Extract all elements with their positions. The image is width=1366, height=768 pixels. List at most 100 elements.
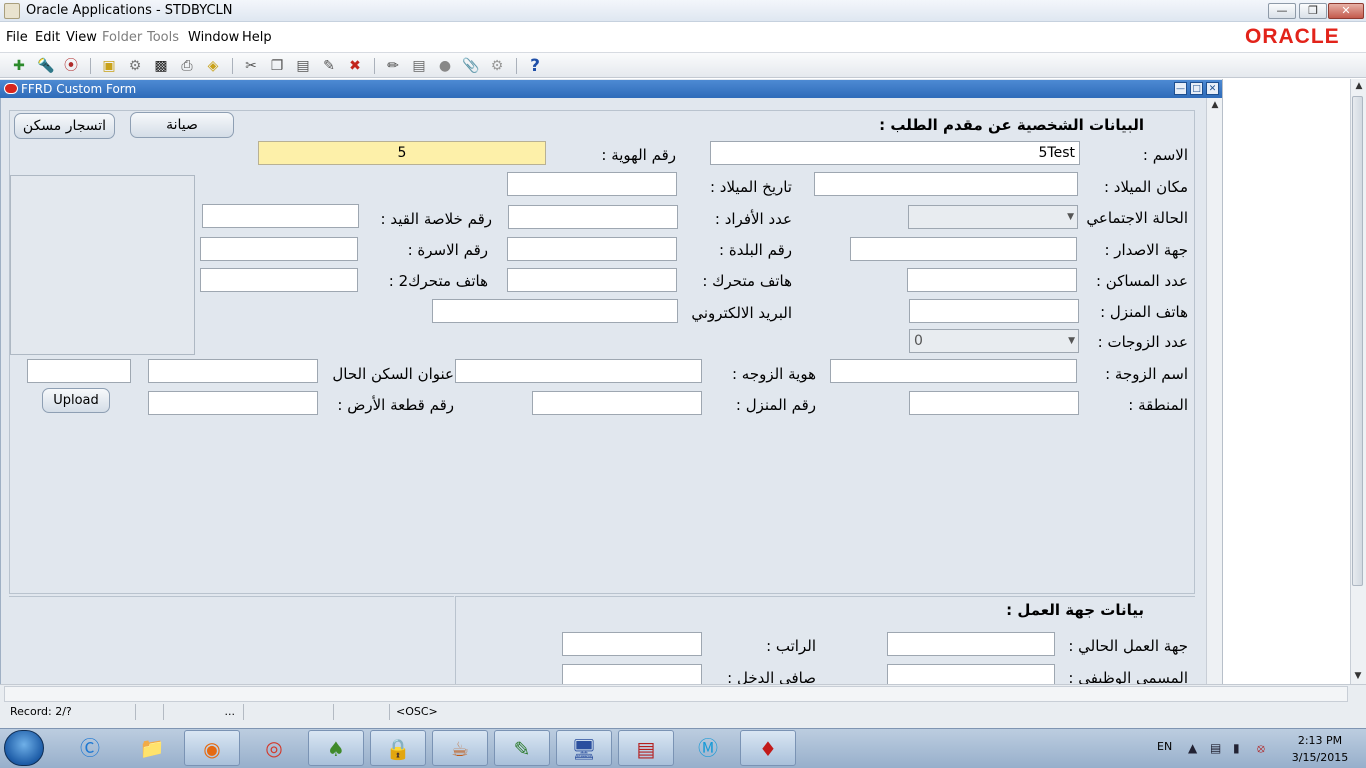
skype-icon[interactable]: Ⓜ: [680, 730, 736, 766]
birth-place-field[interactable]: [814, 172, 1078, 196]
current-employer-field[interactable]: [887, 632, 1055, 656]
wife-id-label: هوية الزوجه :: [731, 365, 816, 383]
volume-muted-icon[interactable]: ⦻: [1257, 741, 1265, 756]
form-close-button[interactable]: ✕: [1206, 82, 1219, 95]
print-icon[interactable]: ▩: [152, 57, 170, 75]
net-income-field[interactable]: [562, 664, 702, 684]
rent-housing-button[interactable]: اتسجار مسكن: [14, 113, 115, 139]
close-window-icon[interactable]: ◈: [204, 57, 222, 75]
job-title-field[interactable]: [887, 664, 1055, 684]
oracle-forms-icon[interactable]: ♦: [740, 730, 796, 766]
dwellings-count-field[interactable]: [907, 268, 1077, 292]
status-ellipsis: ...: [164, 704, 244, 720]
internet-explorer-icon[interactable]: Ⓒ: [62, 730, 118, 766]
mdi-scroll-thumb[interactable]: [1352, 96, 1363, 586]
menu-tools[interactable]: Tools: [147, 30, 179, 45]
house-number-field[interactable]: [532, 391, 702, 415]
marital-status-label: الحالة الاجتماعي: [1086, 209, 1188, 227]
wife-id-field[interactable]: [455, 359, 702, 383]
maintenance-button[interactable]: صيانة: [130, 112, 234, 138]
cut-icon[interactable]: ✂: [242, 57, 260, 75]
toolbar-separator: [90, 58, 91, 74]
horizontal-scrollbar[interactable]: [4, 686, 1348, 702]
birth-date-label: تاريخ الميلاد :: [709, 178, 792, 196]
network-icon[interactable]: ▮: [1233, 741, 1240, 755]
save-icon[interactable]: ▣: [100, 57, 118, 75]
marital-status-select[interactable]: ▼: [908, 205, 1078, 229]
family-count-field[interactable]: [508, 205, 678, 229]
menu-edit[interactable]: Edit: [35, 30, 60, 45]
help-icon[interactable]: ?: [526, 57, 544, 75]
menu-window[interactable]: Window: [188, 30, 239, 45]
scroll-down-icon[interactable]: ▼: [1350, 669, 1366, 683]
frog-app-icon[interactable]: ♠: [308, 730, 364, 766]
registry-summary-field[interactable]: [202, 204, 359, 228]
name-field[interactable]: 5Test: [710, 141, 1080, 165]
remote-desktop-icon[interactable]: 🖥: [556, 730, 612, 766]
translations-icon[interactable]: ●: [436, 57, 454, 75]
upload-button[interactable]: Upload: [42, 388, 110, 413]
salary-label: الراتب :: [766, 637, 816, 655]
form-vertical-scrollbar[interactable]: ▲: [1206, 98, 1222, 684]
folder-tools-icon[interactable]: ⚙: [488, 57, 506, 75]
clock-time[interactable]: 2:13 PM: [1285, 734, 1355, 747]
photo-box[interactable]: [10, 175, 195, 355]
attachments-icon[interactable]: 📎: [462, 57, 480, 75]
region-field[interactable]: [909, 391, 1079, 415]
land-plot-field[interactable]: [148, 391, 318, 415]
wives-count-select[interactable]: 0 ▼: [909, 329, 1079, 353]
form-minimize-button[interactable]: —: [1174, 82, 1187, 95]
navigator-icon[interactable]: ⦿: [62, 57, 80, 75]
clear-record-icon[interactable]: ✎: [320, 57, 338, 75]
copy-icon[interactable]: ❐: [268, 57, 286, 75]
clock-date[interactable]: 3/15/2015: [1285, 751, 1355, 764]
file-explorer-icon[interactable]: 📁: [124, 730, 180, 766]
town-number-field[interactable]: [507, 237, 677, 261]
maximize-button[interactable]: ❐: [1299, 3, 1327, 19]
device-tray-icon[interactable]: ▤: [1210, 741, 1221, 755]
minimize-button[interactable]: —: [1268, 3, 1296, 19]
land-plot-label: رقم قطعة الأرض :: [337, 396, 454, 414]
document-app-icon[interactable]: ▤: [618, 730, 674, 766]
id-number-field[interactable]: 5: [258, 141, 546, 165]
security-app-icon[interactable]: 🔒: [370, 730, 426, 766]
firefox-icon[interactable]: ◉: [184, 730, 240, 766]
issue-authority-field[interactable]: [850, 237, 1077, 261]
notepad-icon[interactable]: ✎: [494, 730, 550, 766]
menu-folder[interactable]: Folder: [102, 30, 142, 45]
mobile-field[interactable]: [507, 268, 677, 292]
next-step-icon[interactable]: ⚙: [126, 57, 144, 75]
home-phone-field[interactable]: [909, 299, 1079, 323]
wife-name-field[interactable]: [830, 359, 1077, 383]
zoom-icon[interactable]: ▤: [410, 57, 428, 75]
work-row-clip: المسمى الوظيفي : صافي الدخل :: [460, 662, 1195, 684]
current-address-label: عنوان السكن الحال: [332, 365, 454, 383]
scroll-up-icon[interactable]: ▲: [1351, 79, 1366, 93]
new-record-icon[interactable]: ✚: [10, 57, 28, 75]
close-form-icon[interactable]: ⎙: [178, 57, 196, 75]
delete-record-icon[interactable]: ✖: [346, 57, 364, 75]
edit-field-icon[interactable]: ✏: [384, 57, 402, 75]
menu-file[interactable]: File: [6, 30, 28, 45]
close-button[interactable]: ✕: [1328, 3, 1364, 19]
show-hidden-icons-icon[interactable]: ▲: [1188, 741, 1197, 755]
status-cell: [136, 704, 164, 720]
toolbar-separator: [374, 58, 375, 74]
family-number-field[interactable]: [200, 237, 358, 261]
start-button[interactable]: [4, 730, 44, 766]
chrome-icon[interactable]: ◎: [246, 730, 302, 766]
salary-field[interactable]: [562, 632, 702, 656]
java-icon[interactable]: ☕: [432, 730, 488, 766]
menu-view[interactable]: View: [66, 30, 97, 45]
language-indicator[interactable]: EN: [1157, 740, 1172, 753]
current-address-field[interactable]: [148, 359, 318, 383]
form-maximize-button[interactable]: □: [1190, 82, 1203, 95]
mobile2-field[interactable]: [200, 268, 358, 292]
form-scroll-up-icon[interactable]: ▲: [1207, 98, 1223, 112]
menu-help[interactable]: Help: [242, 30, 272, 45]
upload-file-field[interactable]: [27, 359, 131, 383]
paste-icon[interactable]: ▤: [294, 57, 312, 75]
find-icon[interactable]: 🔦: [37, 57, 55, 75]
email-field[interactable]: [432, 299, 678, 323]
birth-date-field[interactable]: [507, 172, 677, 196]
